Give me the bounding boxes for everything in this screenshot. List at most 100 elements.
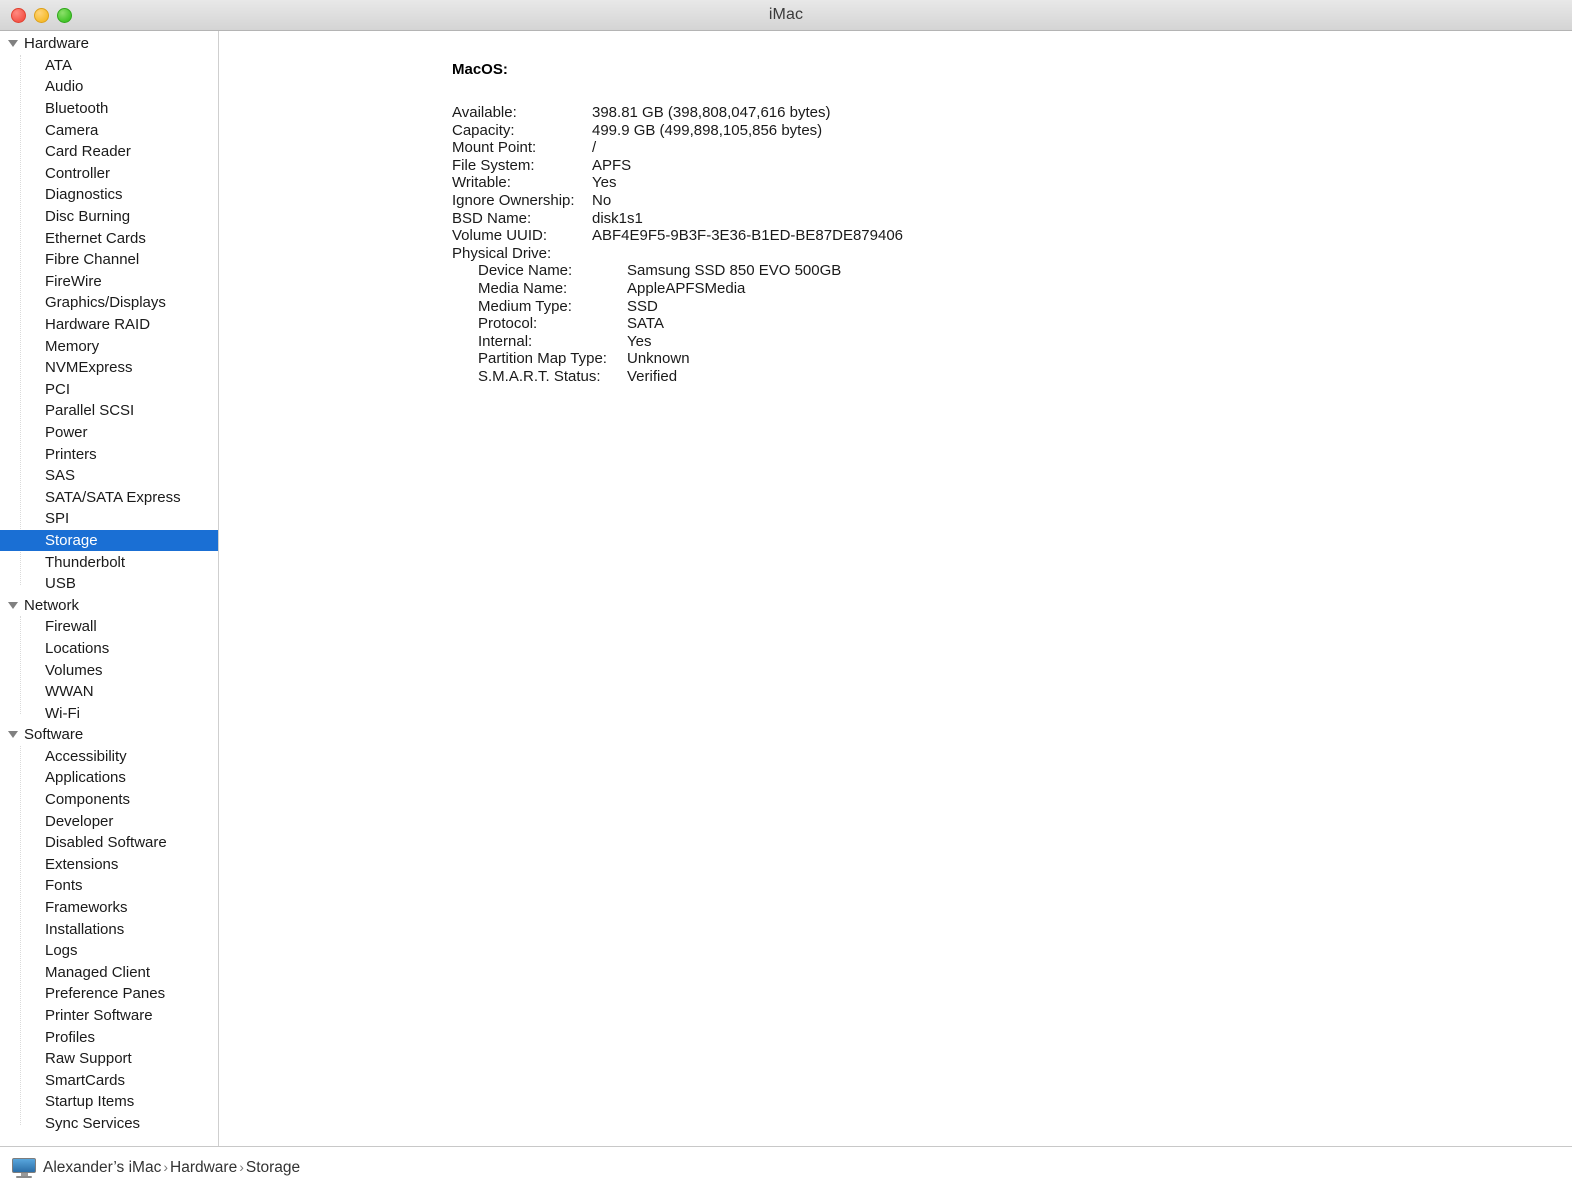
sidebar-item-label: Accessibility <box>45 747 127 765</box>
sidebar-item-frameworks[interactable]: Frameworks <box>0 897 218 919</box>
sidebar-item-label: Startup Items <box>45 1093 135 1111</box>
sidebar-item-audio[interactable]: Audio <box>0 76 218 98</box>
sidebar-item-power[interactable]: Power <box>0 422 218 444</box>
sidebar-item-card-reader[interactable]: Card Reader <box>0 141 218 163</box>
sidebar-item-label: Installations <box>45 920 125 938</box>
sidebar-item-pci[interactable]: PCI <box>0 379 218 401</box>
sidebar-group-network[interactable]: Network <box>0 594 218 616</box>
breadcrumb-item[interactable]: Alexander’s iMac <box>43 1159 161 1176</box>
detail-value: / <box>592 139 597 157</box>
sidebar-item-disc-burning[interactable]: Disc Burning <box>0 206 218 228</box>
sidebar-item-graphics-displays[interactable]: Graphics/Displays <box>0 292 218 314</box>
sidebar-item-extensions[interactable]: Extensions <box>0 854 218 876</box>
sidebar-item-startup-items[interactable]: Startup Items <box>0 1091 218 1113</box>
sidebar-item-label: Memory <box>45 337 100 355</box>
detail-value: ABF4E9F5-9B3F-3E36-B1ED-BE87DE879406 <box>592 227 904 245</box>
sidebar-item-storage[interactable]: Storage <box>0 529 218 552</box>
sidebar-item-camera[interactable]: Camera <box>0 119 218 141</box>
sidebar-item-label: Printer Software <box>45 1007 153 1025</box>
sidebar-item-usb[interactable]: USB <box>0 573 218 595</box>
sidebar-item-hardware-raid[interactable]: Hardware RAID <box>0 314 218 336</box>
sidebar-item-label: Fibre Channel <box>45 251 140 269</box>
sidebar-item-thunderbolt[interactable]: Thunderbolt <box>0 551 218 573</box>
sidebar-item-sas[interactable]: SAS <box>0 465 218 487</box>
maximize-button[interactable] <box>57 8 72 23</box>
sidebar-item-label: Locations <box>45 639 110 657</box>
sidebar-item-wwan[interactable]: WWAN <box>0 681 218 703</box>
sidebar-item-sync-services[interactable]: Sync Services <box>0 1113 218 1135</box>
breadcrumb-separator: › <box>163 1158 168 1175</box>
sidebar-item-label: Firewall <box>45 618 97 636</box>
chevron-down-icon[interactable] <box>8 601 18 609</box>
sidebar-item-sata-sata-express[interactable]: SATA/SATA Express <box>0 486 218 508</box>
sidebar-item-components[interactable]: Components <box>0 789 218 811</box>
window-body: Hardware ATA Audio Bluetooth Camera Card Read… <box>0 31 1572 1146</box>
sidebar-item-memory[interactable]: Memory <box>0 335 218 357</box>
sidebar-group-software[interactable]: Software <box>0 724 218 746</box>
sidebar-item-installations[interactable]: Installations <box>0 918 218 940</box>
sidebar-item-label: Thunderbolt <box>45 553 126 571</box>
sidebar-item-nvmexpress[interactable]: NVMExpress <box>0 357 218 379</box>
breadcrumb-item[interactable]: Storage <box>246 1159 300 1176</box>
sidebar-item-preference-panes[interactable]: Preference Panes <box>0 983 218 1005</box>
breadcrumb-item[interactable]: Hardware <box>170 1159 237 1176</box>
detail-row-available: Available: 398.81 GB (398,808,047,616 byt… <box>452 104 1572 122</box>
sidebar-item-fonts[interactable]: Fonts <box>0 875 218 897</box>
detail-row-mount-point: Mount Point: / <box>452 139 1572 157</box>
window-title: iMac <box>768 6 804 23</box>
imac-computer-icon <box>12 1157 36 1178</box>
detail-row-bsd-name: BSD Name: disk1s1 <box>452 210 1572 228</box>
sidebar-item-fibre-channel[interactable]: Fibre Channel <box>0 249 218 271</box>
sidebar-item-diagnostics[interactable]: Diagnostics <box>0 184 218 206</box>
detail-row-physical-drive: Physical Drive: <box>452 245 1572 263</box>
sidebar-item-firewire[interactable]: FireWire <box>0 271 218 293</box>
sidebar-item-locations[interactable]: Locations <box>0 638 218 660</box>
sidebar-item-label: Fonts <box>45 877 83 895</box>
sidebar-item-firewall[interactable]: Firewall <box>0 616 218 638</box>
detail-key: Physical Drive: <box>452 244 552 262</box>
sidebar-item-smartcards[interactable]: SmartCards <box>0 1070 218 1092</box>
sidebar-item-printers[interactable]: Printers <box>0 443 218 465</box>
sidebar-item-spi[interactable]: SPI <box>0 508 218 530</box>
sidebar-item-applications[interactable]: Applications <box>0 767 218 789</box>
sidebar-item-label: Disc Burning <box>45 208 131 226</box>
sidebar-item-ata[interactable]: ATA <box>0 55 218 77</box>
sidebar[interactable]: Hardware ATA Audio Bluetooth Camera Card Read… <box>0 31 219 1146</box>
sidebar-item-label: SAS <box>45 467 76 485</box>
sidebar-item-ethernet-cards[interactable]: Ethernet Cards <box>0 227 218 249</box>
sidebar-item-label: Storage <box>45 531 98 549</box>
breadcrumb: Alexander’s iMac › Hardware › Storage <box>43 1159 300 1177</box>
sidebar-group-label: Software <box>24 726 84 744</box>
minimize-button[interactable] <box>34 8 49 23</box>
sidebar-item-label: Preference Panes <box>45 985 166 1003</box>
sidebar-item-printer-software[interactable]: Printer Software <box>0 1005 218 1027</box>
detail-row-media-name: Media Name: AppleAPFSMedia <box>452 280 1572 298</box>
sidebar-group-hardware[interactable]: Hardware <box>0 33 218 55</box>
sidebar-item-label: SPI <box>45 510 70 528</box>
sidebar-item-controller[interactable]: Controller <box>0 163 218 185</box>
detail-key: Mount Point: <box>452 139 537 157</box>
system-information-window: iMac Hardware ATA Audio Bluetooth Camera Card… <box>0 0 1572 1188</box>
sidebar-item-wi-fi[interactable]: Wi-Fi <box>0 702 218 724</box>
sidebar-item-label: Disabled Software <box>45 834 167 852</box>
detail-row-device-name: Device Name: Samsung SSD 850 EVO 500GB <box>452 262 1572 280</box>
sidebar-item-label: WWAN <box>45 683 94 701</box>
sidebar-item-logs[interactable]: Logs <box>0 940 218 962</box>
sidebar-item-profiles[interactable]: Profiles <box>0 1026 218 1048</box>
detail-key: Media Name: <box>478 279 568 297</box>
sidebar-item-accessibility[interactable]: Accessibility <box>0 746 218 768</box>
sidebar-item-volumes[interactable]: Volumes <box>0 659 218 681</box>
sidebar-item-label: Developer <box>45 812 114 830</box>
detail-value: SSD <box>627 297 658 315</box>
sidebar-item-bluetooth[interactable]: Bluetooth <box>0 98 218 120</box>
sidebar-item-disabled-software[interactable]: Disabled Software <box>0 832 218 854</box>
sidebar-item-raw-support[interactable]: Raw Support <box>0 1048 218 1070</box>
detail-row-internal: Internal: Yes <box>452 333 1572 351</box>
chevron-down-icon[interactable] <box>8 40 18 48</box>
close-button[interactable] <box>11 8 26 23</box>
sidebar-item-parallel-scsi[interactable]: Parallel SCSI <box>0 400 218 422</box>
sidebar-item-managed-client[interactable]: Managed Client <box>0 962 218 984</box>
chevron-down-icon[interactable] <box>8 731 18 739</box>
sidebar-item-developer[interactable]: Developer <box>0 810 218 832</box>
sidebar-item-label: Volumes <box>45 661 103 679</box>
